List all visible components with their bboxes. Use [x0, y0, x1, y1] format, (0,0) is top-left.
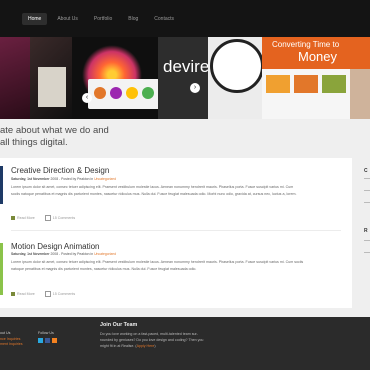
- slide-person-photo: [350, 69, 370, 119]
- post-category-link[interactable]: Uncategorized: [94, 252, 116, 256]
- slider-next-button[interactable]: ›: [190, 83, 200, 93]
- slide-brand: devire: [163, 57, 210, 76]
- slider-prev-button[interactable]: ‹: [82, 93, 92, 103]
- sidebar-divider: [364, 240, 370, 241]
- post-category-link[interactable]: Uncategorized: [94, 177, 116, 181]
- footer-team-text: Do you love working on a fast-paced, mul…: [100, 331, 220, 349]
- read-more-icon: [11, 216, 15, 220]
- portfolio-slider: ‹ devire › Converting Time to Money: [0, 37, 370, 119]
- slide-dot-3: [126, 87, 138, 99]
- read-more-link[interactable]: Read More: [17, 292, 35, 296]
- nav-item-about[interactable]: About Us: [51, 13, 84, 25]
- post-meta: Saturday, 1st November 2008 - Posted by …: [11, 252, 116, 256]
- sidebar-divider: [364, 202, 370, 203]
- clock-graphic: [210, 39, 264, 93]
- post-title[interactable]: Motion Design Animation: [11, 242, 100, 251]
- slide-clock[interactable]: [208, 37, 268, 119]
- post-actions: Read More 15 Comments: [11, 215, 85, 221]
- footer-follow-heading: Follow Us: [38, 331, 54, 335]
- footer-link-inquiries-2[interactable]: ment Inquiries: [0, 342, 23, 346]
- post-thumbnail[interactable]: [0, 243, 3, 295]
- slide-devire[interactable]: devire ›: [158, 37, 210, 119]
- slide-money[interactable]: Converting Time to Money: [262, 37, 370, 119]
- comment-icon: [44, 291, 51, 297]
- slide-dot-2: [110, 87, 122, 99]
- slide-dot-4: [142, 87, 154, 99]
- slide-dot-1: [94, 87, 106, 99]
- comments-link[interactable]: 15 Comments: [53, 216, 75, 220]
- excerpt-line-2: natoque penatibus et magnis dis parturie…: [11, 266, 197, 271]
- slide-headline-line2: Money: [298, 49, 338, 64]
- post-author: 2008 - Posted by Peakton in: [50, 177, 94, 181]
- twitter-icon[interactable]: [38, 338, 43, 343]
- nav-item-portfolio[interactable]: Portfolio: [88, 13, 118, 25]
- post-actions: Read More 15 Comments: [11, 291, 85, 297]
- slide-card: [88, 79, 168, 109]
- sidebar-heading-c: C: [364, 168, 368, 174]
- sidebar-divider: [364, 178, 370, 179]
- post-date: Saturday, 1st November: [11, 252, 50, 256]
- slide-thumb-left-2[interactable]: [30, 37, 72, 119]
- post-divider: [11, 230, 341, 231]
- apply-here-link[interactable]: Apply Here: [137, 344, 155, 348]
- post-meta: Saturday, 1st November 2008 - Posted by …: [11, 177, 116, 181]
- tile-analysis: [266, 75, 290, 93]
- tile-success: [294, 75, 318, 93]
- facebook-icon[interactable]: [45, 338, 50, 343]
- excerpt-line-2: sociis natoque penatibus et magnis dis p…: [11, 191, 297, 196]
- slide-headline-line1: Converting Time to: [272, 40, 340, 49]
- post-author: 2008 - Posted by Peakton in: [50, 252, 94, 256]
- read-more-link[interactable]: Read More: [17, 216, 35, 220]
- rss-icon[interactable]: [52, 338, 57, 343]
- intro-line-1: ate about what we do and: [0, 125, 109, 136]
- post-thumbnail[interactable]: [0, 166, 3, 204]
- footer-link-inquiries-1[interactable]: nce Inquiries: [0, 337, 20, 341]
- read-more-icon: [11, 292, 15, 296]
- post-date: Saturday, 1st November: [11, 177, 50, 181]
- post-title[interactable]: Creative Direction & Design: [11, 166, 109, 175]
- tile-strategy: [322, 75, 346, 93]
- main-nav: Home About Us Portfolio Blog Contacts: [22, 10, 184, 28]
- sidebar-heading-r: R: [364, 228, 368, 234]
- post-excerpt: Lorem ipsum dolor sit amet, consec tetue…: [11, 259, 347, 272]
- social-icons: [38, 338, 59, 343]
- slide-thumb-left[interactable]: [0, 37, 30, 119]
- intro-line-2: all things digital.: [0, 137, 68, 148]
- team-text-line-3: might fit in at Realise.: [100, 344, 135, 348]
- footer-about-heading: out Us: [0, 331, 11, 335]
- nav-item-home[interactable]: Home: [22, 13, 48, 25]
- intro-headline: ate about what we do and all things digi…: [0, 125, 109, 149]
- comments-link[interactable]: 15 Comments: [53, 292, 75, 296]
- nav-item-contacts[interactable]: Contacts: [148, 13, 180, 25]
- footer-team-heading: Join Our Team: [100, 322, 138, 328]
- top-bar: Home About Us Portfolio Blog Contacts: [0, 0, 370, 37]
- slide-screenshot: [38, 67, 66, 107]
- comment-icon: [44, 215, 51, 221]
- post-excerpt: Lorem ipsum dolor sit amet, consec tetue…: [11, 184, 347, 197]
- excerpt-line-1: Lorem ipsum dolor sit amet, consec tetue…: [11, 260, 304, 264]
- blog-panel: Creative Direction & Design Saturday, 1s…: [0, 158, 352, 308]
- nav-item-blog[interactable]: Blog: [122, 13, 144, 25]
- sidebar-divider: [364, 252, 370, 253]
- sidebar-divider: [364, 190, 370, 191]
